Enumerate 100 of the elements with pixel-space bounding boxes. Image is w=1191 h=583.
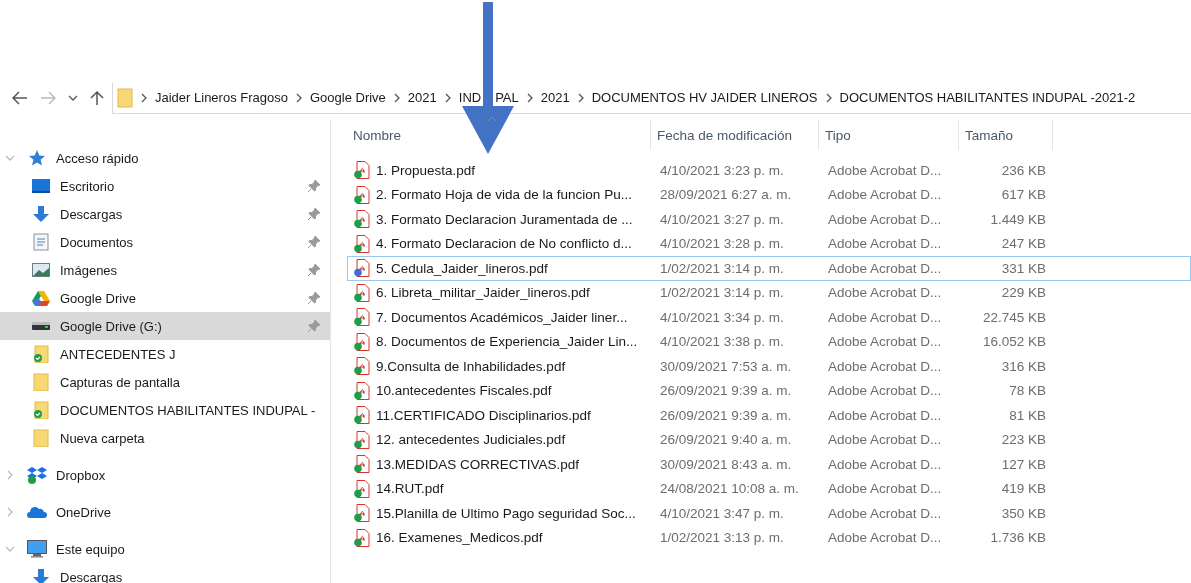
file-name: 5. Cedula_Jaider_lineros.pdf	[376, 260, 548, 276]
folder-icon	[33, 401, 49, 419]
file-row[interactable]: 5. Cedula_Jaider_lineros.pdf 1/02/2021 3:14 p. m. Adobe Acrobat D... 331 KB	[347, 256, 1191, 281]
file-name: 16. Examenes_Medicos.pdf	[376, 530, 543, 546]
sidebar-item[interactable]: Capturas de pantalla	[0, 368, 330, 396]
chevron-icon	[825, 92, 832, 103]
date-cell-text: 4/10/2021 3:27 p. m.	[659, 211, 785, 227]
column-header[interactable]: Tamaño	[959, 120, 1053, 150]
document-icon	[33, 233, 49, 251]
size-cell-text: 419 KB	[1000, 481, 1047, 497]
file-name: 8. Documentos de Experiencia_Jaider Lin...	[376, 334, 638, 350]
drive-logo-icon	[32, 290, 50, 306]
image-icon	[32, 263, 50, 277]
type-cell-text: Adobe Acrobat D...	[827, 187, 943, 203]
type-cell-text: Adobe Acrobat D...	[827, 211, 943, 227]
sidebar-item[interactable]: Google Drive (G:)	[0, 312, 330, 340]
breadcrumb-item[interactable]: IND	[458, 90, 482, 105]
folder-icon	[33, 345, 49, 363]
type-cell-text: Adobe Acrobat D...	[827, 383, 943, 399]
breadcrumb-item[interactable]: 2021	[540, 90, 570, 105]
size-cell-text: 22.745 KB	[981, 309, 1047, 325]
file-row[interactable]: 7. Documentos Académicos_Jaider liner... 4/10/2021 3:34 p. m. Adobe Acrobat D... 22.745 KB	[347, 305, 1191, 330]
type-cell-text: Adobe Acrobat D...	[827, 285, 943, 301]
size-cell-text: 316 KB	[1000, 358, 1047, 374]
sidebar-item[interactable]: Descargas	[0, 200, 330, 228]
chevron-icon	[295, 92, 302, 103]
type-cell-text: Adobe Acrobat D...	[827, 260, 943, 276]
dropdown-icon[interactable]	[68, 94, 78, 102]
file-row[interactable]: 12. antecedentes Judiciales.pdf 26/09/2021 9:40 a. m. Adobe Acrobat D... 223 KB	[347, 427, 1191, 452]
size-cell-text: 350 KB	[1000, 505, 1047, 521]
file-row[interactable]: 1. Propuesta.pdf 4/10/2021 3:23 p. m. Adobe Acrobat D... 236 KB	[347, 158, 1191, 183]
file-row[interactable]: 16. Examenes_Medicos.pdf 1/02/2021 3:13 p. m. Adobe Acrobat D... 1.736 KB	[347, 525, 1191, 550]
file-name: 10.antecedentes Fiscales.pdf	[376, 383, 552, 399]
file-name: 11.CERTIFICADO Disciplinarios.pdf	[376, 407, 591, 423]
date-cell-text: 30/09/2021 8:43 a. m.	[659, 456, 793, 472]
file-row[interactable]: 15.Planilla de Ultimo Pago seguridad Soc... 4/10/2021 3:47 p. m. Adobe Acrobat D... 350 KB	[347, 501, 1191, 526]
up-icon[interactable]	[90, 90, 104, 106]
type-cell-text: Adobe Acrobat D...	[827, 162, 943, 178]
sidebar-item[interactable]: ANTECEDENTES J	[0, 340, 330, 368]
sidebar-item[interactable]: Acceso rápido	[0, 144, 330, 172]
type-cell-text: Adobe Acrobat D...	[827, 432, 943, 448]
cloud-icon	[27, 506, 47, 518]
sidebar-item[interactable]: Google Drive	[0, 284, 330, 312]
file-name: 1. Propuesta.pdf	[376, 162, 476, 178]
file-name: 15.Planilla de Ultimo Pago seguridad Soc...	[376, 505, 636, 521]
file-name: 12. antecedentes Judiciales.pdf	[376, 432, 566, 448]
sidebar-item[interactable]: Escritorio	[0, 172, 330, 200]
chevron-icon	[577, 92, 584, 103]
size-cell-text: 247 KB	[1000, 236, 1047, 252]
file-name: 14.RUT.pdf	[376, 481, 444, 497]
chevron-icon	[141, 92, 147, 103]
file-row[interactable]: 2. Formato Hoja de vida de la funcion Pu... 28/09/2021 6:27 a. m. Adobe Acrobat D... 617 KB	[347, 182, 1191, 207]
forward-icon[interactable]	[40, 91, 56, 105]
sidebar-item[interactable]: Imágenes	[0, 256, 330, 284]
file-name: 9.Consulta de Inhabilidades.pdf	[376, 358, 566, 374]
file-row[interactable]: 9.Consulta de Inhabilidades.pdf 30/09/2021 7:53 a. m. Adobe Acrobat D... 316 KB	[347, 354, 1191, 379]
date-cell-text: 1/02/2021 3:14 p. m.	[659, 285, 785, 301]
date-cell-text: 4/10/2021 3:34 p. m.	[659, 309, 785, 325]
column-header[interactable]: Nombre	[347, 120, 651, 150]
sidebar-item[interactable]: Este equipo	[0, 535, 330, 563]
sidebar-item[interactable]: Documentos	[0, 228, 330, 256]
file-row[interactable]: 11.CERTIFICADO Disciplinarios.pdf 26/09/2021 9:39 a. m. Adobe Acrobat D... 81 KB	[347, 403, 1191, 428]
file-row[interactable]: 6. Libreta_militar_Jaider_lineros.pdf 1/02/2021 3:14 p. m. Adobe Acrobat D... 229 KB	[347, 280, 1191, 305]
size-cell-text: 81 KB	[1008, 407, 1047, 423]
folder-icon	[33, 429, 49, 447]
sort-icon	[487, 116, 497, 122]
size-cell-text: 236 KB	[1000, 162, 1047, 178]
file-row[interactable]: 3. Formato Declaracion Juramentada de ... 4/10/2021 3:27 p. m. Adobe Acrobat D... 1.449 KB	[347, 207, 1191, 232]
sidebar-item[interactable]: OneDrive	[0, 498, 330, 526]
chevron-icon	[526, 92, 533, 103]
desktop-icon	[32, 178, 50, 194]
breadcrumb-item[interactable]: Jaider Lineros Fragoso	[155, 90, 288, 105]
breadcrumb-item[interactable]: DOCUMENTOS HABILITANTES INDUPAL -2021-2	[839, 90, 1136, 105]
star-icon	[28, 149, 46, 167]
type-cell-text: Adobe Acrobat D...	[827, 358, 943, 374]
breadcrumb-item[interactable]: Google Drive	[309, 90, 386, 105]
date-cell-text: 4/10/2021 3:28 p. m.	[659, 236, 785, 252]
size-cell-text: 331 KB	[1000, 260, 1047, 276]
type-cell-text: Adobe Acrobat D...	[827, 456, 943, 472]
file-row[interactable]: 10.antecedentes Fiscales.pdf 26/09/2021 9:39 a. m. Adobe Acrobat D... 78 KB	[347, 378, 1191, 403]
sidebar-item[interactable]: Nueva carpeta	[0, 424, 330, 452]
drive-icon	[32, 322, 50, 330]
breadcrumb-item[interactable]: 2021	[407, 90, 437, 105]
file-row[interactable]: 14.RUT.pdf 24/08/2021 10:08 a. m. Adobe Acrobat D... 419 KB	[347, 476, 1191, 501]
column-header[interactable]: Tipo	[819, 120, 959, 150]
breadcrumb-item[interactable]: DOCUMENTOS HV JAIDER LINEROS	[591, 90, 818, 105]
column-header[interactable]: Fecha de modificación	[651, 120, 819, 150]
breadcrumb-item[interactable]: PAL	[495, 90, 519, 105]
back-icon[interactable]	[12, 91, 28, 105]
file-row[interactable]: 13.MEDIDAS CORRECTIVAS.pdf 30/09/2021 8:43 a. m. Adobe Acrobat D... 127 KB	[347, 452, 1191, 477]
type-cell-text: Adobe Acrobat D...	[827, 407, 943, 423]
file-name: 7. Documentos Académicos_Jaider liner...	[376, 309, 628, 325]
sidebar-item[interactable]: Dropbox	[0, 461, 330, 489]
date-cell-text: 4/10/2021 3:38 p. m.	[659, 334, 785, 350]
computer-icon	[27, 540, 47, 558]
folder-icon	[33, 373, 49, 391]
file-row[interactable]: 8. Documentos de Experiencia_Jaider Lin... 4/10/2021 3:38 p. m. Adobe Acrobat D... 16.052 KB	[347, 329, 1191, 354]
sidebar-item[interactable]: DOCUMENTOS HABILITANTES INDUPAL -	[0, 396, 330, 424]
file-row[interactable]: 4. Formato Declaracion de No conflicto d... 4/10/2021 3:28 p. m. Adobe Acrobat D... 247 KB	[347, 231, 1191, 256]
date-cell-text: 1/02/2021 3:13 p. m.	[659, 530, 785, 546]
